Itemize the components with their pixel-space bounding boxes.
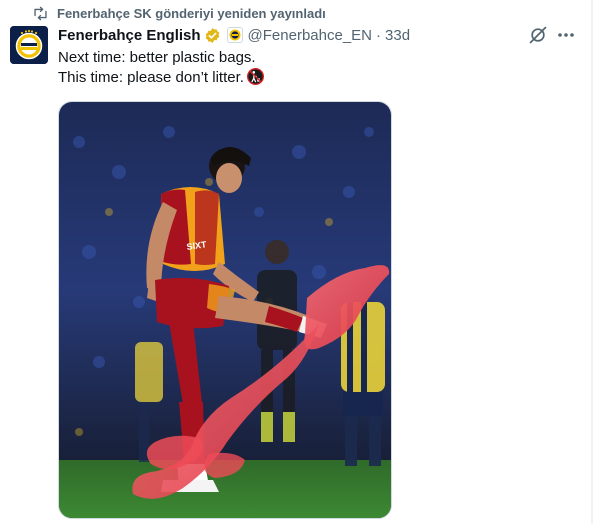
no-littering-emoji-icon	[246, 68, 264, 91]
tweet-text-line-2: This time: please don’t litter.	[58, 68, 264, 91]
dot-separator: ·	[376, 26, 382, 44]
repost-indicator[interactable]: Fenerbahçe SK gönderiyi yeniden yayınlad…	[32, 4, 326, 22]
grok-button[interactable]	[528, 25, 548, 45]
tweet-text: Next time: better plastic bags. This tim…	[58, 48, 264, 91]
affiliate-badge-icon[interactable]	[226, 27, 243, 43]
tweet-media-image[interactable]: SIXT	[58, 101, 392, 519]
grok-icon	[528, 26, 548, 49]
timestamp[interactable]: 33d	[385, 27, 410, 44]
avatar[interactable]	[10, 26, 48, 64]
tweet-text-line-2-text: This time: please don’t litter.	[58, 69, 244, 86]
tweet-header: Fenerbahçe English @Fenerbahce_EN · 33d	[58, 24, 410, 46]
author-handle[interactable]: @Fenerbahce_EN	[248, 27, 372, 44]
more-options-button[interactable]	[556, 25, 576, 45]
verified-badge-icon[interactable]	[204, 27, 221, 44]
repost-text: Fenerbahçe SK gönderiyi yeniden yayınlad…	[57, 5, 326, 21]
repost-icon	[32, 6, 49, 21]
author-name[interactable]: Fenerbahçe English	[58, 27, 201, 44]
more-options-icon	[556, 32, 576, 49]
tweet-text-line-1: Next time: better plastic bags.	[58, 49, 256, 66]
